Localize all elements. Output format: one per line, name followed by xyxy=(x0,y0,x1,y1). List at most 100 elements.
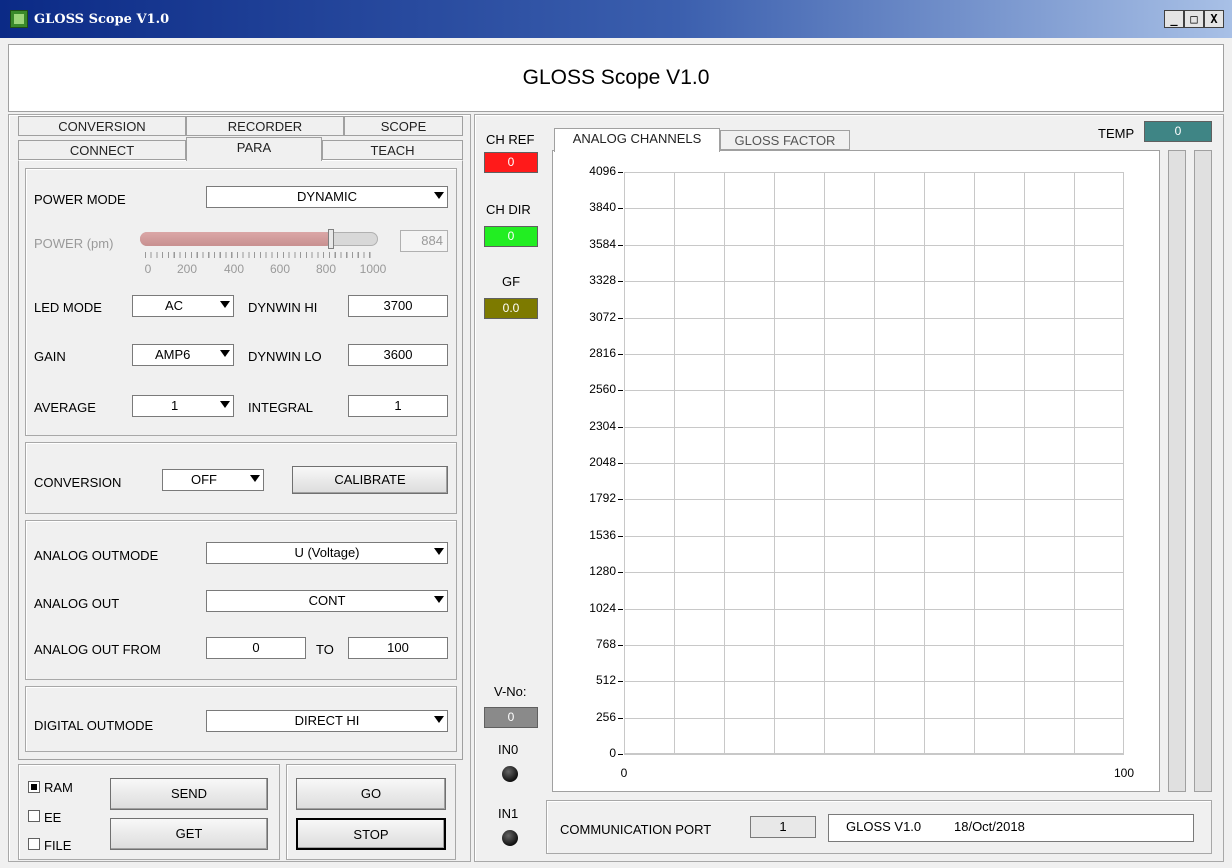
file-checkbox[interactable] xyxy=(28,838,40,850)
analog-outmode-select[interactable]: U (Voltage) xyxy=(206,542,448,564)
power-slider-ticks xyxy=(145,252,375,258)
integral-input[interactable]: 1 xyxy=(348,395,448,417)
gain-value: AMP6 xyxy=(155,347,191,362)
tab-teach[interactable]: TEACH xyxy=(322,140,463,160)
tab-analog-channels[interactable]: ANALOG CHANNELS xyxy=(554,128,720,152)
vno-indicator: 0 xyxy=(484,707,538,728)
level-bar-2 xyxy=(1194,150,1212,792)
y-tick-label: 256 xyxy=(595,710,616,724)
go-button[interactable]: GO xyxy=(296,778,446,810)
led-mode-label: LED MODE xyxy=(34,300,102,315)
app-icon xyxy=(10,10,28,28)
in1-label: IN1 xyxy=(498,806,519,821)
y-tick-mark xyxy=(618,536,623,537)
power-mode-select[interactable]: DYNAMIC xyxy=(206,186,448,208)
power-slider-thumb[interactable] xyxy=(327,229,334,249)
analog-out-value: CONT xyxy=(308,593,346,608)
level-bar-1 xyxy=(1168,150,1186,792)
conversion-select[interactable]: OFF xyxy=(162,469,264,491)
analog-outmode-label: ANALOG OUTMODE xyxy=(34,548,159,563)
chevron-down-icon xyxy=(434,716,444,723)
chevron-down-icon xyxy=(434,192,444,199)
y-tick-mark xyxy=(618,245,623,246)
integral-label: INTEGRAL xyxy=(248,400,314,415)
y-tick-mark xyxy=(618,390,623,391)
gridline-v xyxy=(774,172,775,754)
y-tick-mark xyxy=(618,463,623,464)
gridline-v xyxy=(1024,172,1025,754)
power-tick-label: 1000 xyxy=(359,262,387,276)
analog-out-to-label: TO xyxy=(316,642,334,657)
calibrate-button[interactable]: CALIBRATE xyxy=(292,466,448,494)
gridline-h xyxy=(624,754,1124,755)
y-tick-label: 1280 xyxy=(589,564,616,578)
average-label: AVERAGE xyxy=(34,400,96,415)
y-tick-label: 0 xyxy=(609,746,616,760)
ee-checkbox[interactable] xyxy=(28,810,40,822)
y-tick-label: 3328 xyxy=(589,273,616,287)
file-label: FILE xyxy=(44,838,72,853)
y-tick-label: 2816 xyxy=(589,346,616,360)
tab-scope[interactable]: SCOPE xyxy=(344,116,463,136)
average-select[interactable]: 1 xyxy=(132,395,234,417)
power-tick-label: 600 xyxy=(269,262,291,276)
ch-dir-label: CH DIR xyxy=(486,202,531,217)
conversion-value: OFF xyxy=(191,472,217,487)
power-value-field: 884 xyxy=(400,230,448,252)
x-tick-label: 0 xyxy=(620,766,628,780)
y-tick-label: 4096 xyxy=(589,164,616,178)
ram-checkbox[interactable] xyxy=(28,781,40,793)
gain-select[interactable]: AMP6 xyxy=(132,344,234,366)
y-tick-mark xyxy=(618,499,623,500)
send-button[interactable]: SEND xyxy=(110,778,268,810)
analog-out-from-input[interactable]: 0 xyxy=(206,637,306,659)
dynwin-lo-label: DYNWIN LO xyxy=(248,349,322,364)
analog-out-select[interactable]: CONT xyxy=(206,590,448,612)
temp-indicator: 0 xyxy=(1144,121,1212,142)
analog-out-from-label: ANALOG OUT FROM xyxy=(34,642,161,657)
tab-recorder[interactable]: RECORDER xyxy=(186,116,344,136)
stop-button[interactable]: STOP xyxy=(296,818,446,850)
tab-conversion[interactable]: CONVERSION xyxy=(18,116,186,136)
vno-label: V-No: xyxy=(494,684,527,699)
minimize-button[interactable]: _ xyxy=(1164,10,1184,28)
y-tick-label: 2560 xyxy=(589,382,616,396)
gridline-v xyxy=(974,172,975,754)
get-button[interactable]: GET xyxy=(110,818,268,850)
ch-dir-indicator: 0 xyxy=(484,226,538,247)
dynwin-hi-input[interactable]: 3700 xyxy=(348,295,448,317)
power-tick-label: 0 xyxy=(144,262,152,276)
y-tick-label: 2048 xyxy=(589,455,616,469)
y-tick-mark xyxy=(618,354,623,355)
chevron-down-icon xyxy=(220,301,230,308)
digital-outmode-select[interactable]: DIRECT HI xyxy=(206,710,448,732)
analog-out-to-input[interactable]: 100 xyxy=(348,637,448,659)
power-slider[interactable] xyxy=(140,229,378,249)
tab-gloss-factor[interactable]: GLOSS FACTOR xyxy=(720,130,850,150)
analog-outmode-value: U (Voltage) xyxy=(294,545,360,560)
power-tick-label: 800 xyxy=(315,262,337,276)
dynwin-lo-input[interactable]: 3600 xyxy=(348,344,448,366)
in0-led-icon xyxy=(502,766,518,782)
y-tick-mark xyxy=(618,645,623,646)
tab-para[interactable]: PARA xyxy=(186,137,322,161)
y-tick-mark xyxy=(618,281,623,282)
led-mode-select[interactable]: AC xyxy=(132,295,234,317)
y-tick-label: 768 xyxy=(595,637,616,651)
x-tick-label: 100 xyxy=(1113,766,1135,780)
close-button[interactable]: X xyxy=(1204,10,1224,28)
y-tick-mark xyxy=(618,208,623,209)
maximize-button[interactable]: □ xyxy=(1184,10,1204,28)
gridline-v xyxy=(824,172,825,754)
gridline-v xyxy=(674,172,675,754)
chevron-down-icon xyxy=(220,401,230,408)
title-bar xyxy=(0,0,1232,38)
power-tick-label: 200 xyxy=(176,262,198,276)
y-tick-mark xyxy=(618,572,623,573)
gridline-v xyxy=(924,172,925,754)
y-tick-label: 3072 xyxy=(589,310,616,324)
y-tick-label: 3840 xyxy=(589,200,616,214)
tab-connect[interactable]: CONNECT xyxy=(18,140,186,160)
power-mode-value: DYNAMIC xyxy=(297,189,357,204)
ram-label: RAM xyxy=(44,780,73,795)
